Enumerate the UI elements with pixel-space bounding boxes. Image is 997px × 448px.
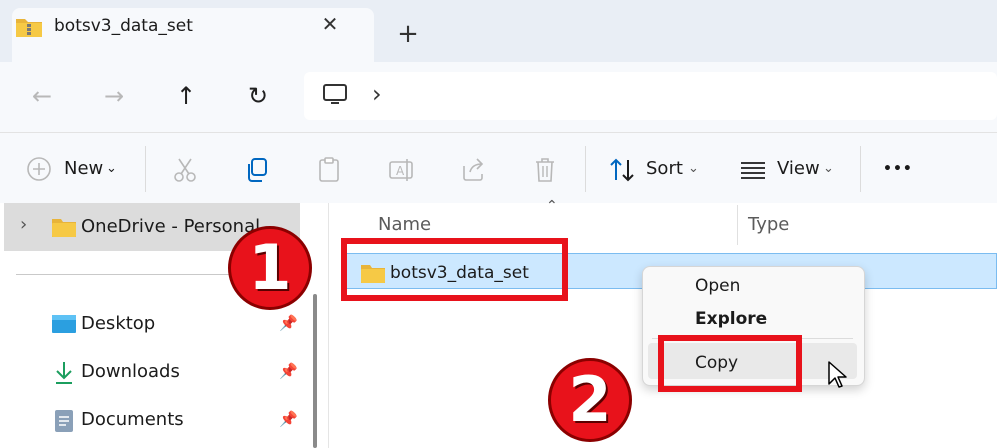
more-options-icon[interactable]: ••• [883,150,913,188]
copy-icon[interactable] [244,156,270,188]
new-icon [26,156,52,186]
menu-item-open[interactable]: Open [695,276,740,296]
annotation-step-1-badge: 1 [228,226,312,310]
delete-icon[interactable] [532,156,558,188]
new-button[interactable]: New [64,150,103,188]
sort-icon [608,156,636,188]
sidebar-item-desktop[interactable]: Desktop [81,313,155,334]
column-header-name[interactable]: Name [378,214,431,235]
toolbar-divider [145,146,146,192]
view-button[interactable]: View [777,150,820,188]
tab-title: botsv3_data_set [54,16,193,36]
folder-icon [51,216,77,242]
expand-chevron-icon[interactable]: › [20,214,27,235]
annotation-step-2-badge: 2 [548,358,632,442]
refresh-icon[interactable]: ↻ [238,76,278,116]
view-icon [740,158,766,186]
command-bar [0,133,997,203]
cut-icon[interactable] [172,156,198,188]
up-icon[interactable]: ↑ [166,76,206,116]
column-header-type[interactable]: Type [748,214,789,235]
documents-icon [53,408,75,438]
this-pc-icon[interactable] [322,82,348,112]
close-tab-icon[interactable]: ✕ [318,12,342,36]
sidebar-item-documents[interactable]: Documents [81,409,184,430]
download-icon [53,360,75,390]
toolbar-divider [860,146,861,192]
column-divider[interactable] [737,205,738,245]
new-tab-button[interactable]: + [394,20,422,48]
zip-folder-icon [14,15,44,43]
back-icon[interactable]: ← [22,76,62,116]
pin-icon[interactable]: 📌 [279,410,298,428]
forward-icon[interactable]: → [94,76,134,116]
mouse-cursor-icon [827,360,849,394]
sort-chevron-down-icon: ⌄ [688,161,699,176]
share-icon[interactable] [460,156,486,188]
annotation-highlight-box [658,335,802,392]
nav-scrollbar[interactable] [313,294,317,448]
annotation-highlight-box [341,238,568,301]
breadcrumb-chevron-icon[interactable]: › [372,80,382,108]
desktop-icon [51,313,77,339]
sidebar-item-label: OneDrive - Personal [81,216,261,237]
sort-ascending-icon: ⌃ [546,198,558,214]
svg-text:A: A [396,164,405,178]
menu-item-explore[interactable]: Explore [695,309,767,329]
sort-button[interactable]: Sort [646,150,683,188]
pin-icon[interactable]: 📌 [279,314,298,332]
pane-divider[interactable] [328,203,329,448]
paste-icon[interactable] [316,156,342,188]
rename-icon[interactable]: A [388,156,414,188]
view-chevron-down-icon: ⌄ [823,161,834,176]
toolbar-divider [585,146,586,192]
sidebar-item-downloads[interactable]: Downloads [81,361,180,382]
new-chevron-down-icon: ⌄ [106,161,117,176]
address-bar[interactable] [304,72,997,120]
pin-icon[interactable]: 📌 [279,362,298,380]
